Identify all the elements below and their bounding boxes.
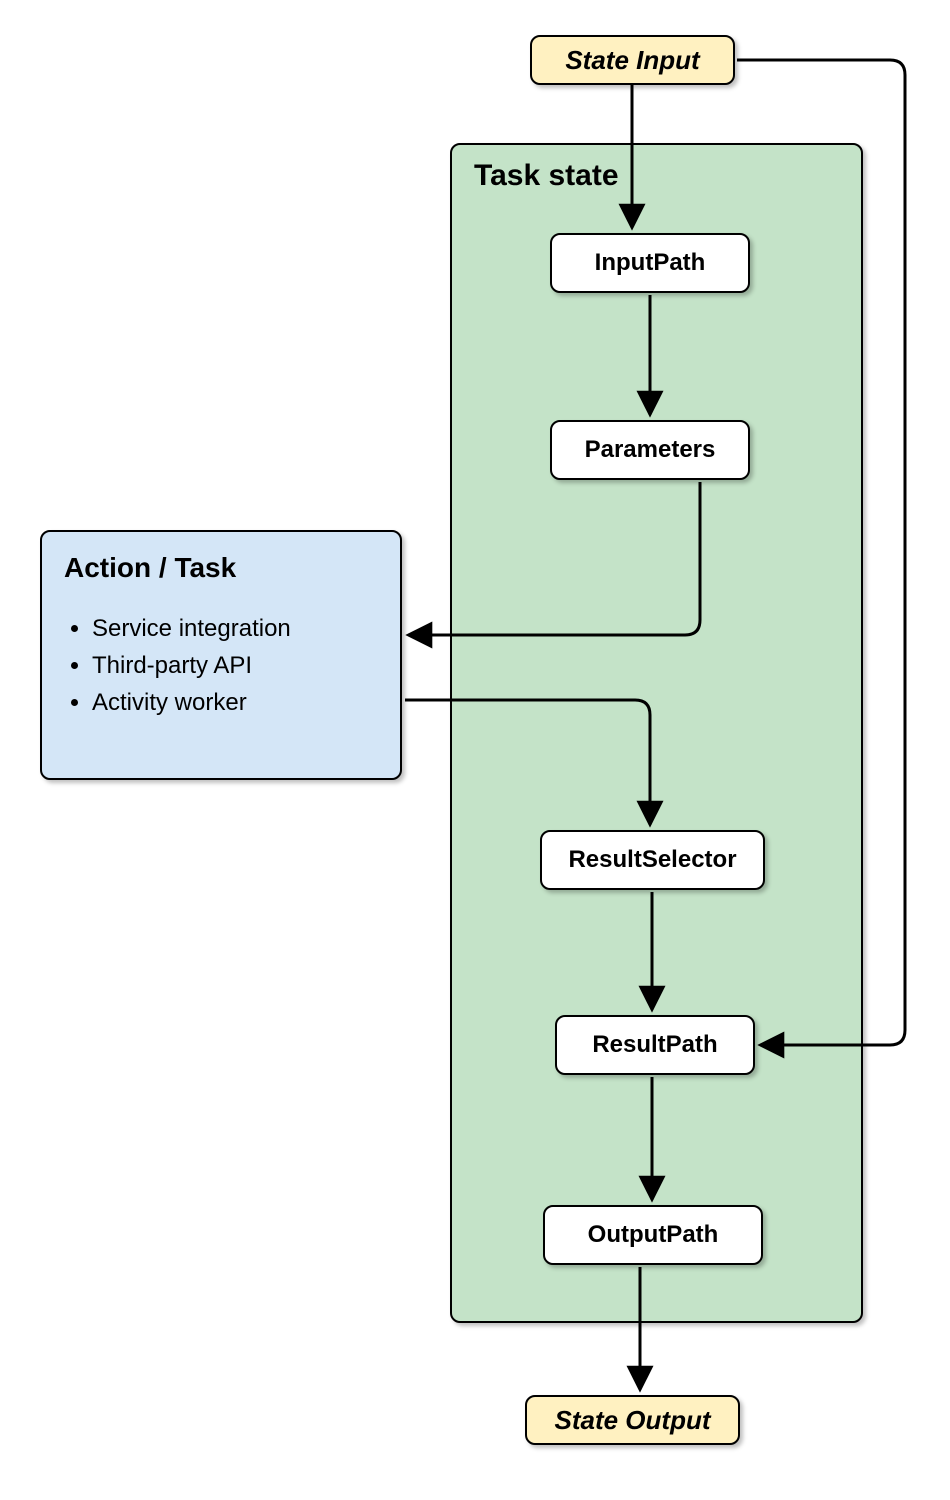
step-resultpath: ResultPath: [555, 1015, 755, 1075]
state-output-box: State Output: [525, 1395, 740, 1445]
step-outputpath: OutputPath: [543, 1205, 763, 1265]
action-task-box: Action / Task Service integration Third-…: [40, 530, 402, 780]
action-item: Activity worker: [92, 684, 378, 721]
step-parameters: Parameters: [550, 420, 750, 480]
step-resultselector-label: ResultSelector: [568, 846, 736, 874]
state-input-box: State Input: [530, 35, 735, 85]
state-input-label: State Input: [565, 45, 699, 76]
step-resultselector: ResultSelector: [540, 830, 765, 890]
diagram-canvas: Task state State Input InputPath Paramet…: [0, 0, 950, 1500]
step-inputpath: InputPath: [550, 233, 750, 293]
action-task-list: Service integration Third-party API Acti…: [64, 610, 378, 722]
action-item: Service integration: [92, 610, 378, 647]
step-resultpath-label: ResultPath: [592, 1031, 717, 1059]
task-state-container: Task state: [450, 143, 863, 1323]
step-outputpath-label: OutputPath: [588, 1221, 719, 1249]
state-output-label: State Output: [555, 1405, 711, 1436]
step-inputpath-label: InputPath: [595, 249, 706, 277]
step-parameters-label: Parameters: [585, 436, 716, 464]
action-item: Third-party API: [92, 647, 378, 684]
action-task-title: Action / Task: [64, 552, 378, 584]
task-state-title: Task state: [474, 159, 619, 193]
